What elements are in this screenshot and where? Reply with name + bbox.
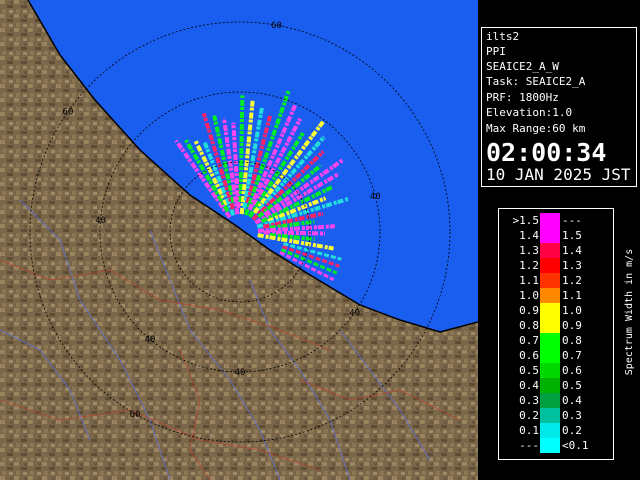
legend-left-label: 1.0 xyxy=(519,289,539,302)
scan-time: 02:00:34 xyxy=(486,138,607,167)
legend-right-label: 0.6 xyxy=(562,364,582,377)
legend-swatch xyxy=(540,363,560,378)
range-ring-label: 40 xyxy=(349,308,360,318)
legend-row: 0.8 0.9 xyxy=(499,318,613,333)
legend-left-label: 0.1 xyxy=(519,424,539,437)
legend-left-label: 0.7 xyxy=(519,334,539,347)
legend-left-label: 1.2 xyxy=(519,259,539,272)
legend-right-label: 0.4 xyxy=(562,394,582,407)
station-name: ilts2 xyxy=(486,30,520,43)
legend-right-label: 0.5 xyxy=(562,379,582,392)
task-name: Task: SEAICE2_A xyxy=(486,75,586,88)
legend-swatch xyxy=(540,378,560,393)
legend-right-label: 1.0 xyxy=(562,304,582,317)
legend-swatch xyxy=(540,228,560,243)
legend-row: 0.7 0.8 xyxy=(499,333,613,348)
color-legend: Spectrum Width in m/s >1.5 --- 1.4 1.5 1.3 1.… xyxy=(498,208,635,460)
prf-value: PRF: 1800Hz xyxy=(486,91,559,104)
legend-right-label: 1.5 xyxy=(562,229,582,242)
legend-left-label: 0.5 xyxy=(519,364,539,377)
legend-swatch xyxy=(540,393,560,408)
legend-right-label: 1.1 xyxy=(562,289,582,302)
legend-left-label: 0.4 xyxy=(519,379,539,392)
range-ring-label: 60 xyxy=(271,21,282,31)
legend-swatch xyxy=(540,333,560,348)
legend-swatch xyxy=(540,408,560,423)
legend-left-label: 0.3 xyxy=(519,394,539,407)
legend-unit-label: Spectrum Width in m/s xyxy=(624,249,635,375)
range-ring-label: 40 xyxy=(235,368,246,378)
legend-swatch xyxy=(540,273,560,288)
legend-right-label: 0.2 xyxy=(562,424,582,437)
legend-left-label: 1.4 xyxy=(519,229,539,242)
legend-left-label: 1.3 xyxy=(519,244,539,257)
legend-row: 0.1 0.2 xyxy=(499,423,613,438)
legend-swatch xyxy=(540,288,560,303)
legend-swatch xyxy=(540,423,560,438)
side-panel: ilts2 PPI SEAICE2_A_W Task: SEAICE2_A PR… xyxy=(478,0,640,480)
legend-swatch xyxy=(540,213,560,228)
range-ring-label: 40 xyxy=(145,335,156,345)
elevation-value: Elevation:1.0 xyxy=(486,106,573,119)
legend-row: 0.6 0.7 xyxy=(499,348,613,363)
legend-row: 0.3 0.4 xyxy=(499,393,613,408)
svg-text:Spectrum Width in m/s: Spectrum Width in m/s xyxy=(624,249,635,375)
legend-row: 1.4 1.5 xyxy=(499,228,613,243)
legend-right-label: 0.7 xyxy=(562,349,582,362)
legend-row: --- <0.1 xyxy=(499,438,613,453)
legend-right-label: 1.2 xyxy=(562,274,582,287)
legend-row: 1.2 1.3 xyxy=(499,258,613,273)
legend-swatch xyxy=(540,348,560,363)
legend-right-label: 1.4 xyxy=(562,244,582,257)
legend-row: >1.5 --- xyxy=(499,213,613,228)
legend-left-label: 0.2 xyxy=(519,409,539,422)
legend-swatch xyxy=(540,243,560,258)
legend-swatch xyxy=(540,303,560,318)
legend-left-label: 1.1 xyxy=(519,274,539,287)
legend-swatch xyxy=(540,258,560,273)
legend-row: 1.3 1.4 xyxy=(499,243,613,258)
scan-info-box: ilts2 PPI SEAICE2_A_W Task: SEAICE2_A PR… xyxy=(481,27,637,187)
legend-left-label: --- xyxy=(519,439,539,452)
radar-ppi-map[interactable]: 60 60 40 40 40 40 40 60 xyxy=(0,0,478,480)
legend-right-label: 1.3 xyxy=(562,259,582,272)
legend-swatch xyxy=(540,318,560,333)
range-ring-label: 40 xyxy=(370,192,381,202)
legend-left-label: >1.5 xyxy=(512,214,540,227)
legend-left-label: 0.8 xyxy=(519,319,539,332)
legend-row: 0.5 0.6 xyxy=(499,363,613,378)
legend-left-label: 0.6 xyxy=(519,349,539,362)
legend-row: 0.9 1.0 xyxy=(499,303,613,318)
max-range-value: Max Range:60 km xyxy=(486,122,586,135)
legend-right-label: 0.8 xyxy=(562,334,582,347)
legend-left-label: 0.9 xyxy=(519,304,539,317)
legend-right-label: 0.3 xyxy=(562,409,582,422)
legend-right-label: <0.1 xyxy=(562,439,589,452)
legend-row: 0.2 0.3 xyxy=(499,408,613,423)
legend-swatch xyxy=(540,438,560,453)
product-name: SEAICE2_A_W xyxy=(486,60,559,73)
scan-date: 10 JAN 2025 JST xyxy=(486,165,631,184)
legend-right-label: 0.9 xyxy=(562,319,582,332)
scan-mode: PPI xyxy=(486,45,506,58)
range-ring-label: 40 xyxy=(95,216,106,226)
legend-row: 0.4 0.5 xyxy=(499,378,613,393)
legend-row: 1.0 1.1 xyxy=(499,288,613,303)
legend-right-label: --- xyxy=(562,214,582,227)
range-ring-label: 60 xyxy=(130,410,141,420)
range-ring-label: 60 xyxy=(63,108,74,118)
legend-row: 1.1 1.2 xyxy=(499,273,613,288)
